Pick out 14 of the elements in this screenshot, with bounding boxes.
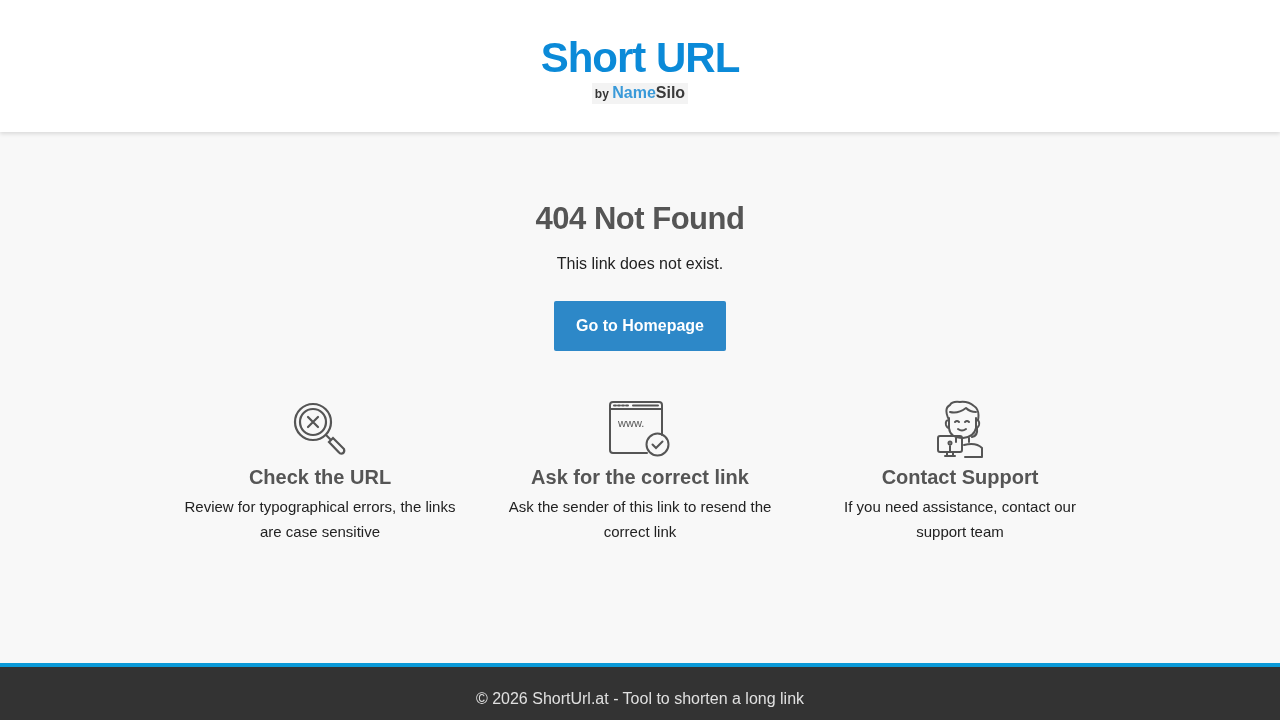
feature-title: Ask for the correct link [531, 465, 749, 490]
footer-text: © 2026 ShortUrl.at - Tool to shorten a long link [475, 689, 805, 709]
logo-title[interactable]: Short URL [540, 34, 740, 81]
feature-description: Ask the sender of this link to resend the correct link [507, 497, 773, 542]
logo-byline: by NameSilo [591, 82, 689, 104]
person-laptop-icon [936, 400, 984, 458]
homepage-button[interactable]: Go to Homepage [554, 301, 726, 351]
magnifier-x-icon [293, 402, 347, 456]
feature-title: Contact Support [881, 465, 1039, 490]
feature-description: If you need assistance, contact our support team [843, 497, 1077, 542]
error-message: This link does not exist. [556, 254, 724, 274]
error-heading: 404 Not Found [535, 200, 745, 238]
feature-description: Review for typographical errors, the links are case sensitive [183, 497, 457, 542]
feature-title: Check the URL [248, 465, 392, 490]
